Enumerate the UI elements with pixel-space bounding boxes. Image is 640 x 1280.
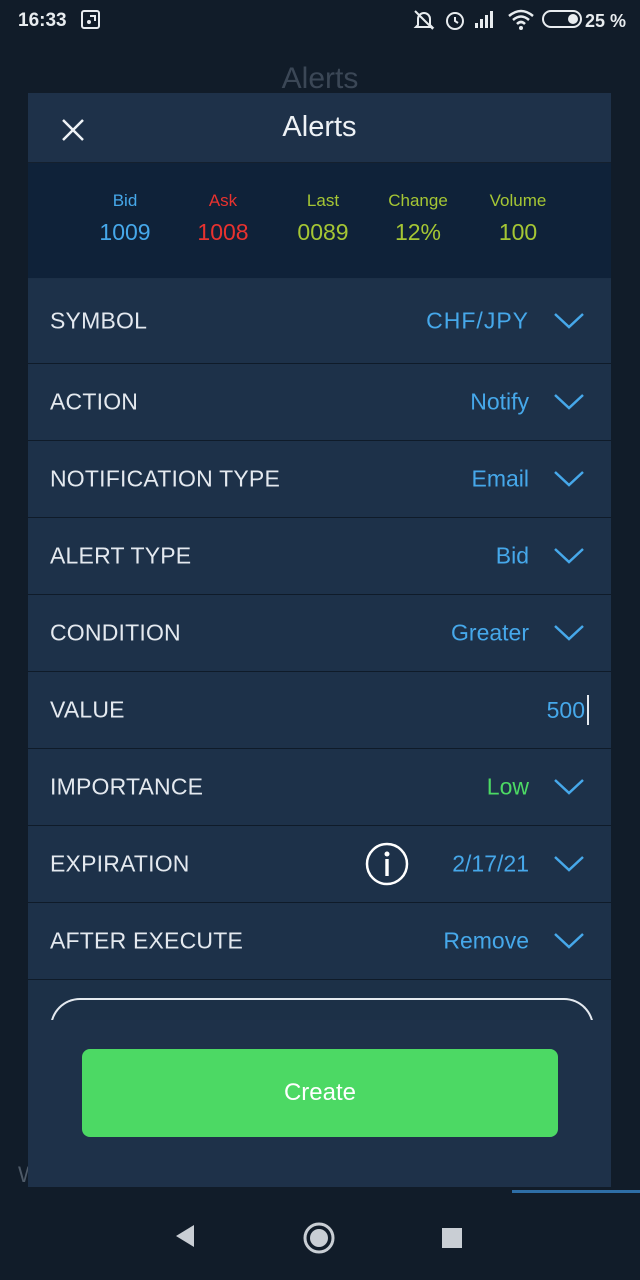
value-input[interactable]: 500 (547, 695, 589, 725)
expiration-label: EXPIRATION (50, 850, 190, 877)
importance-label: IMPORTANCE (50, 773, 204, 800)
quote-last: Last 0089 (268, 191, 378, 246)
quote-label: Last (306, 191, 340, 210)
dialog-header: Alerts (28, 93, 611, 163)
condition-select[interactable]: CONDITION Greater (28, 595, 611, 672)
quote-label: Ask (208, 191, 238, 210)
quote-value: 100 (498, 219, 538, 245)
status-bar: 16:33 25 % (0, 0, 640, 44)
alerts-dialog: Alerts Bid 1009 Ask 1008 Last 0089 Chang… (28, 93, 611, 1187)
quote-bar: Bid 1009 Ask 1008 Last 0089 Change 12% V… (28, 163, 611, 278)
info-icon[interactable] (365, 842, 409, 886)
chevron-down-icon (554, 779, 584, 795)
quote-value: 1008 (197, 219, 249, 245)
alert-type-label: ALERT TYPE (50, 542, 192, 569)
create-button[interactable]: Create (82, 1049, 558, 1137)
importance-value: Low (486, 773, 529, 800)
recents-icon[interactable] (440, 1226, 464, 1250)
value-row: VALUE 500 (28, 672, 611, 749)
dialog-footer: Create (28, 1020, 611, 1187)
importance-select[interactable]: IMPORTANCE Low (28, 749, 611, 826)
action-label: ACTION (50, 388, 139, 415)
alert-form: SYMBOL CHF/JPY ACTION Notify NOTIFICATIO… (28, 279, 611, 980)
condition-value: Greater (451, 619, 529, 646)
quote-value: 1009 (99, 219, 151, 245)
action-value: Notify (470, 388, 529, 415)
alert-type-value: Bid (495, 542, 529, 569)
after-execute-select[interactable]: AFTER EXECUTE Remove (28, 903, 611, 980)
signal-icon (475, 11, 493, 28)
action-select[interactable]: ACTION Notify (28, 364, 611, 441)
clock: 16:33 (18, 10, 67, 31)
notification-type-select[interactable]: NOTIFICATION TYPE Email (28, 441, 611, 518)
quote-change: Change 12% (363, 191, 473, 246)
background-title: Alerts (281, 62, 359, 95)
system-nav-bar (0, 1193, 640, 1280)
condition-label: CONDITION (50, 619, 181, 646)
expiration-value: 2/17/21 (452, 850, 529, 877)
chevron-down-icon (554, 548, 584, 564)
expiration-select[interactable]: EXPIRATION 2/17/21 (28, 826, 611, 903)
chevron-down-icon (554, 933, 584, 949)
wifi-icon (508, 9, 534, 30)
back-icon[interactable] (172, 1221, 198, 1251)
battery-icon (542, 10, 582, 28)
chevron-down-icon (554, 856, 584, 872)
symbol-select[interactable]: SYMBOL CHF/JPY (28, 279, 611, 364)
bell-off-icon (413, 10, 435, 30)
quote-ask: Ask 1008 (168, 191, 278, 246)
symbol-label: SYMBOL (50, 307, 148, 334)
chevron-down-icon (554, 471, 584, 487)
quote-label: Change (388, 191, 448, 210)
quote-volume: Volume 100 (463, 191, 573, 246)
value-label: VALUE (50, 696, 125, 723)
dialog-title: Alerts (282, 111, 357, 143)
quote-bid: Bid 1009 (70, 191, 180, 246)
quote-label: Volume (489, 191, 547, 210)
after-execute-value: Remove (443, 927, 529, 954)
battery-level: 25 % (584, 11, 626, 31)
quote-value: 12% (394, 219, 442, 245)
home-icon[interactable] (302, 1221, 336, 1255)
alarm-icon (446, 12, 464, 30)
notification-type-label: NOTIFICATION TYPE (50, 465, 281, 492)
quote-value: 0089 (297, 219, 349, 245)
chevron-down-icon (554, 394, 584, 410)
screenshot-icon (81, 10, 100, 29)
chevron-down-icon (554, 625, 584, 641)
notification-type-value: Email (471, 465, 529, 492)
symbol-value: CHF/JPY (426, 307, 529, 334)
alert-type-select[interactable]: ALERT TYPE Bid (28, 518, 611, 595)
after-execute-label: AFTER EXECUTE (50, 927, 244, 954)
chevron-down-icon (554, 313, 584, 329)
quote-label: Bid (112, 191, 138, 210)
